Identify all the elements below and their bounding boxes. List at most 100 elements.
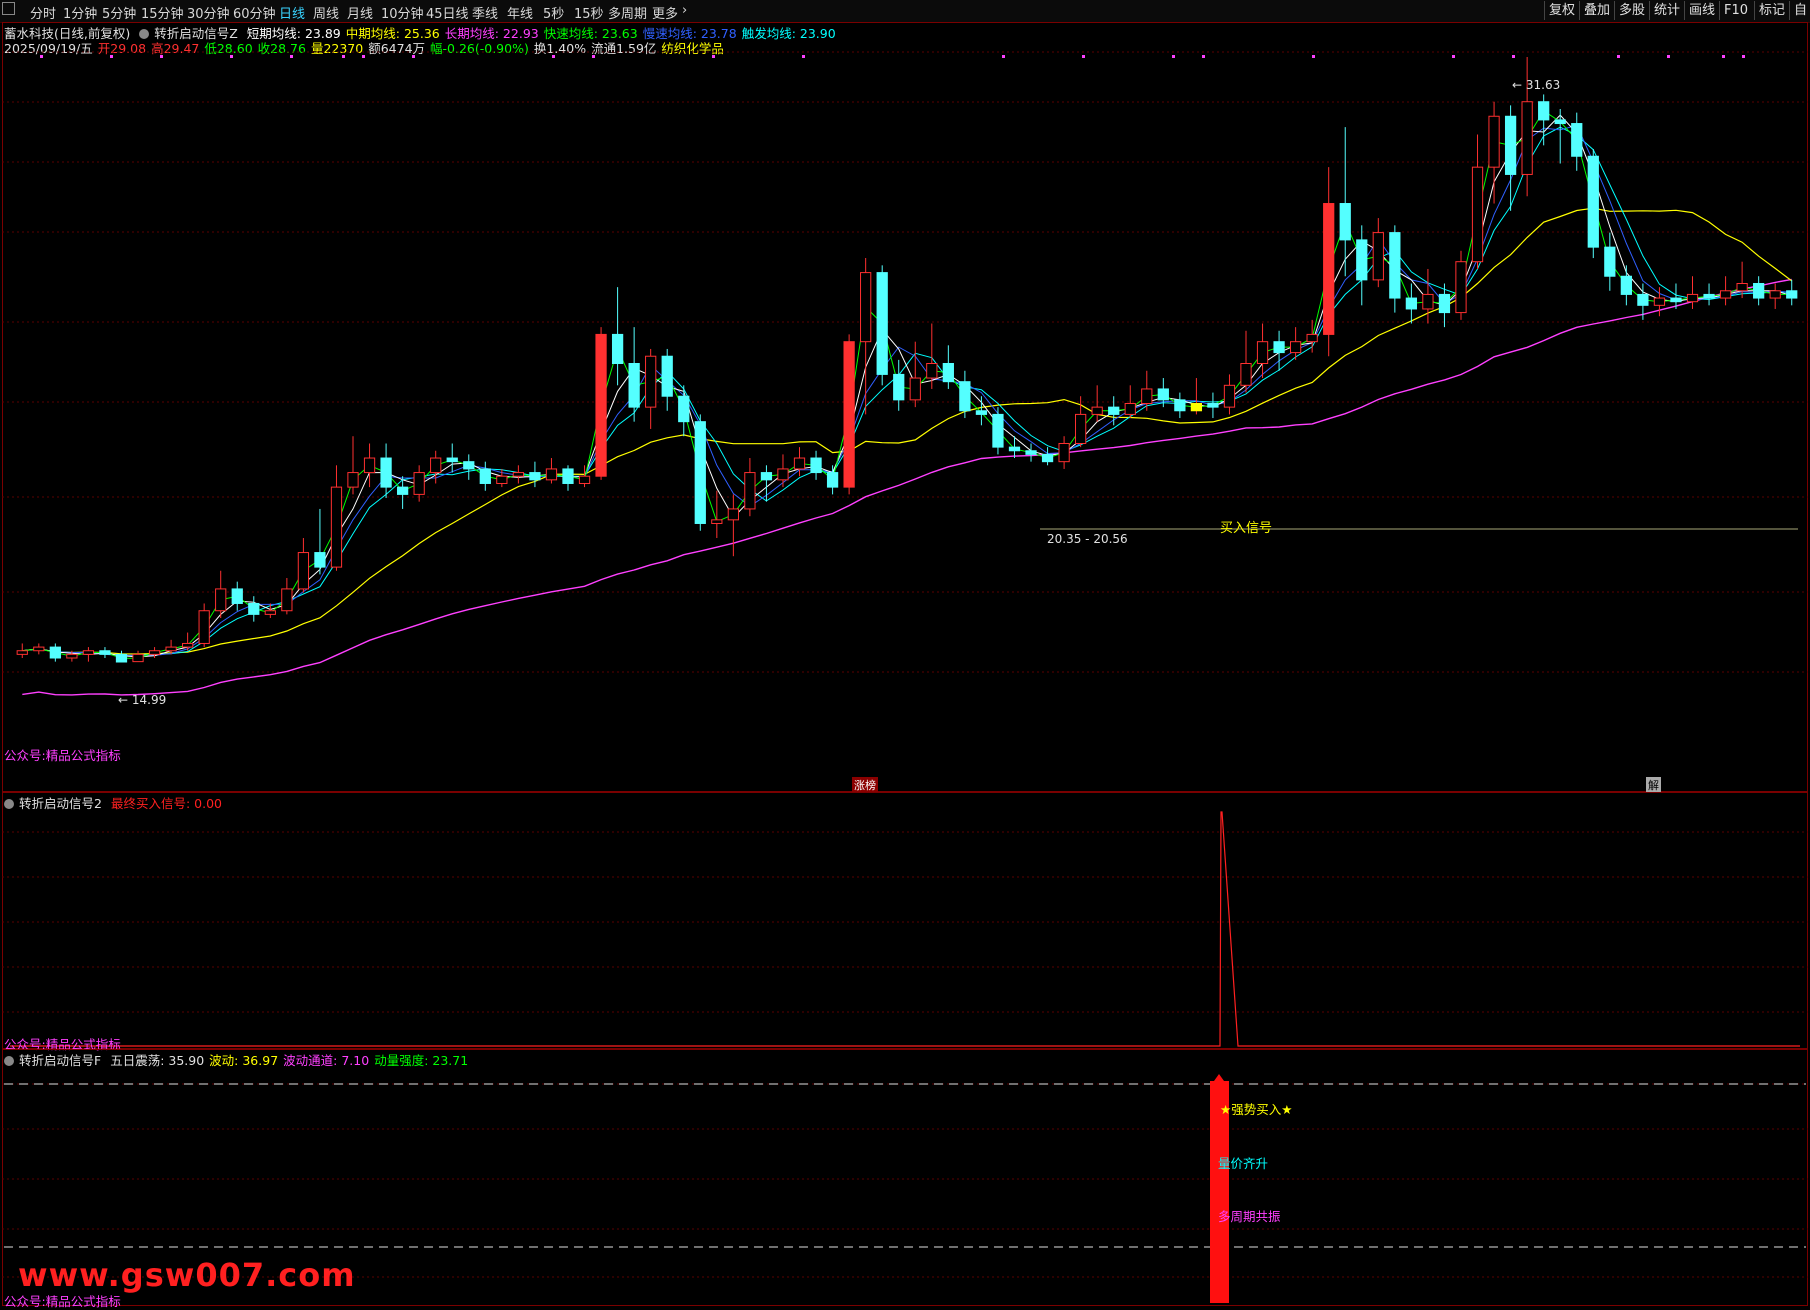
- candle-body: [595, 333, 607, 477]
- candle-body: [215, 588, 227, 612]
- candle-body: [512, 472, 525, 477]
- candle-body: [1405, 297, 1418, 310]
- candle-body: [1190, 402, 1203, 412]
- button-f10[interactable]: F10: [1719, 1, 1752, 20]
- candle-body: [1223, 384, 1236, 408]
- candle-body: [893, 373, 905, 401]
- candle-body: [777, 468, 789, 481]
- candle-body: [1571, 123, 1583, 157]
- signal-spike-line: [10, 811, 1800, 1047]
- candle-body: [1670, 297, 1682, 303]
- candle-body: [860, 272, 872, 343]
- candle-body: [248, 602, 260, 615]
- ma-short-line: [22, 114, 1792, 658]
- tag-jie[interactable]: 解: [1646, 777, 1661, 793]
- high-price-label: ← 31.63: [1512, 78, 1560, 92]
- signal-dot: [1722, 55, 1725, 58]
- chevron-right-icon[interactable]: ›: [682, 3, 687, 18]
- watermark-pane3: 公众号:精品公式指标: [4, 1294, 121, 1309]
- candle-body: [231, 588, 243, 604]
- signal-dot: [40, 55, 43, 58]
- candle-body: [198, 610, 210, 644]
- signal-dot: [362, 55, 365, 58]
- candle-body: [314, 552, 326, 568]
- window-menu-icon[interactable]: [2, 2, 15, 15]
- candle-body: [1058, 442, 1070, 463]
- candle-body: [1372, 232, 1384, 281]
- tab-period-7[interactable]: 周线: [313, 3, 339, 22]
- low-price-label: ← 14.99: [118, 693, 166, 707]
- button-fuquan[interactable]: 复权: [1544, 1, 1579, 20]
- tag-zhangbang[interactable]: 涨榜: [852, 777, 878, 793]
- candle-body: [132, 653, 144, 663]
- candle-body: [1504, 115, 1517, 175]
- button-tongji[interactable]: 统计: [1649, 1, 1684, 20]
- candle-body: [1736, 283, 1748, 292]
- candle-body: [297, 552, 310, 590]
- ma-trigger-line: [22, 126, 1792, 657]
- candle-body: [413, 472, 425, 495]
- candle-body: [727, 508, 739, 521]
- candle-body: [1538, 101, 1550, 121]
- tab-period-16[interactable]: 更多: [652, 3, 678, 22]
- candle-body: [694, 421, 706, 524]
- ma-fast-line: [22, 110, 1792, 659]
- candle-body: [1174, 399, 1186, 412]
- candle-body: [1207, 402, 1219, 408]
- button-biaoji[interactable]: 标记: [1754, 1, 1789, 20]
- tab-period-13[interactable]: 5秒: [543, 3, 564, 22]
- tab-period-10[interactable]: 45日线: [426, 3, 469, 22]
- tab-period-12[interactable]: 年线: [507, 3, 533, 22]
- candle-body: [1620, 275, 1632, 295]
- tab-period-15[interactable]: 多周期: [608, 3, 647, 22]
- signal-dot: [1512, 55, 1515, 58]
- candlestick-chart: ← 14.99 ← 31.63 20.35 - 20.56 买入信号: [2, 51, 1808, 707]
- button-huaxian[interactable]: 画线: [1684, 1, 1719, 20]
- candle-body: [1356, 239, 1368, 281]
- signal-dot: [160, 55, 163, 58]
- button-diejia[interactable]: 叠加: [1579, 1, 1614, 20]
- tab-period-6[interactable]: 日线: [279, 3, 305, 22]
- button-duogu[interactable]: 多股: [1614, 1, 1649, 20]
- tab-period-8[interactable]: 月线: [347, 3, 373, 22]
- signal-label-1: 量价齐升: [1218, 1156, 1268, 1171]
- signal-dot: [1172, 55, 1175, 58]
- tab-period-3[interactable]: 15分钟: [141, 3, 184, 22]
- tab-period-14[interactable]: 15秒: [574, 3, 604, 22]
- candle-body: [1273, 341, 1285, 354]
- candle-body: [1604, 246, 1616, 277]
- candle-body: [826, 472, 839, 488]
- candle-body: [926, 362, 938, 379]
- candle-body: [1521, 101, 1533, 175]
- candle-body: [942, 362, 954, 383]
- tab-period-9[interactable]: 10分钟: [381, 3, 424, 22]
- candle-body: [1719, 290, 1732, 299]
- tab-period-11[interactable]: 季线: [472, 3, 498, 22]
- candle-body: [975, 410, 988, 415]
- tab-period-2[interactable]: 5分钟: [102, 3, 136, 22]
- period-toolbar: 分时 1分钟 5分钟 15分钟 30分钟 60分钟 日线 周线 月线 10分钟 …: [0, 0, 1810, 23]
- candle-body: [1686, 293, 1699, 303]
- signal-dot: [1452, 55, 1455, 58]
- candle-body: [545, 468, 558, 481]
- candle-body: [148, 650, 161, 655]
- candle-body: [628, 362, 640, 408]
- ma-slow-line: [22, 124, 1792, 656]
- candle-body: [99, 650, 111, 655]
- tab-period-0[interactable]: 分时: [30, 3, 56, 22]
- candle-body: [1471, 166, 1484, 263]
- candle-body: [264, 610, 276, 615]
- candle-body: [496, 475, 508, 484]
- candle-body: [711, 519, 723, 524]
- tab-period-1[interactable]: 1分钟: [63, 3, 97, 22]
- button-auto[interactable]: 自: [1789, 1, 1810, 20]
- candle-body: [1554, 119, 1566, 125]
- candle-body: [281, 588, 293, 612]
- signal-dot: [1082, 55, 1085, 58]
- tab-period-5[interactable]: 60分钟: [233, 3, 276, 22]
- candle-body: [82, 650, 95, 655]
- candle-body: [578, 475, 591, 484]
- candle-body: [1438, 293, 1451, 314]
- signal-dot: [290, 55, 293, 58]
- tab-period-4[interactable]: 30分钟: [187, 3, 230, 22]
